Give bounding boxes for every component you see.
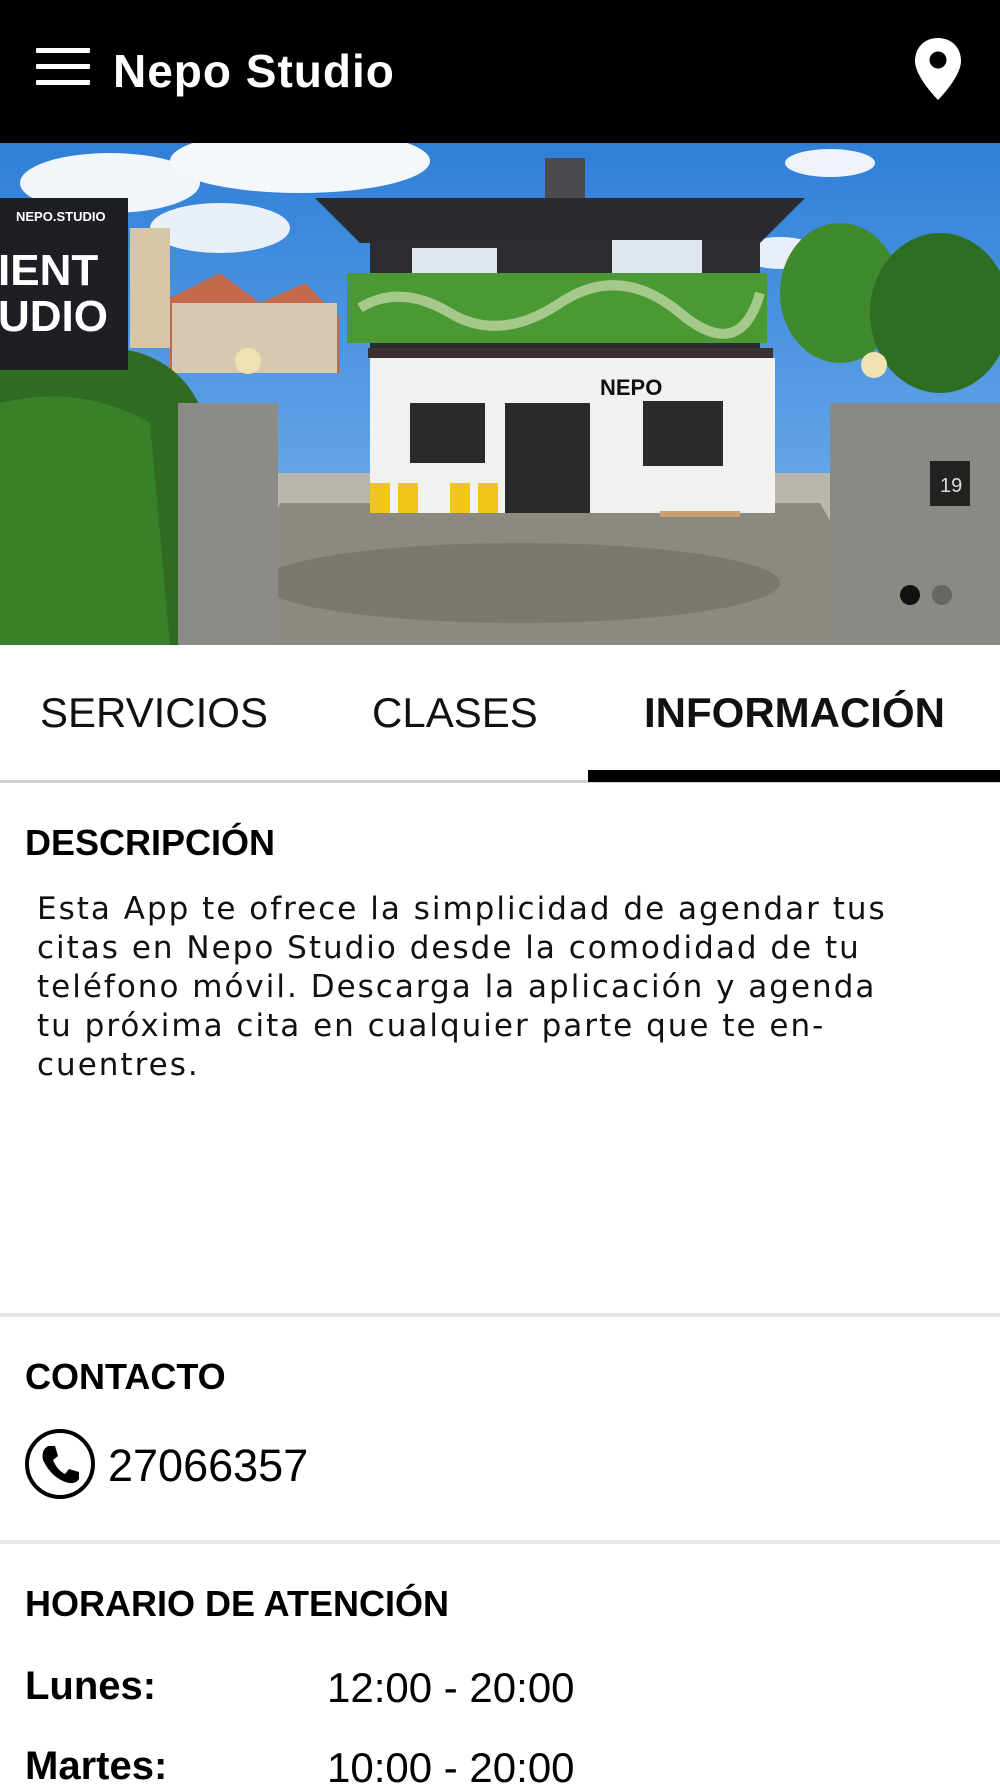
carousel-dot-active[interactable] [900,585,920,605]
description-text: Esta App te ofrece la simplicidad de age… [37,891,887,1083]
schedule-day: Martes: [25,1744,168,1788]
tab-servicios[interactable]: SERVICIOS [40,689,268,737]
app-bar: Nepo Studio [0,0,1000,143]
building-sign: NEPO [600,375,662,400]
tab-clases[interactable]: CLASES [372,689,538,737]
sign-brand: NEPO.STUDIO [16,209,106,224]
house-number: 19 [940,475,962,497]
tab-bar: SERVICIOS CLASES INFORMACIÓN [0,645,1000,783]
map-pin-icon[interactable] [912,36,964,102]
app-title: Nepo Studio [113,45,395,97]
carousel-indicator[interactable] [900,585,964,610]
schedule-day: Lunes: [25,1664,157,1708]
tab-informacion[interactable]: INFORMACIÓN [644,689,945,737]
active-tab-indicator [588,770,1000,782]
studio-building-photo: NEPO 19 NEPO.STUDIO IENT UDIO [0,143,1000,645]
schedule-title: HORARIO DE ATENCIÓN [25,1583,450,1624]
sign-line-1: IENT [0,246,98,295]
schedule-hours: 10:00 - 20:00 [327,1744,575,1791]
contact-title: CONTACTO [25,1356,226,1397]
schedule-hours: 12:00 - 20:00 [327,1664,575,1711]
section-divider [0,1313,1000,1317]
description-title: DESCRIPCIÓN [25,822,276,863]
carousel-dot[interactable] [932,585,952,605]
hamburger-menu-icon[interactable] [36,48,90,88]
hero-image: NEPO 19 NEPO.STUDIO IENT UDIO [0,143,1000,645]
phone-icon[interactable] [24,1428,96,1500]
sign-line-2: UDIO [0,292,108,341]
section-divider [0,1540,1000,1544]
phone-number[interactable]: 27066357 [108,1440,308,1492]
